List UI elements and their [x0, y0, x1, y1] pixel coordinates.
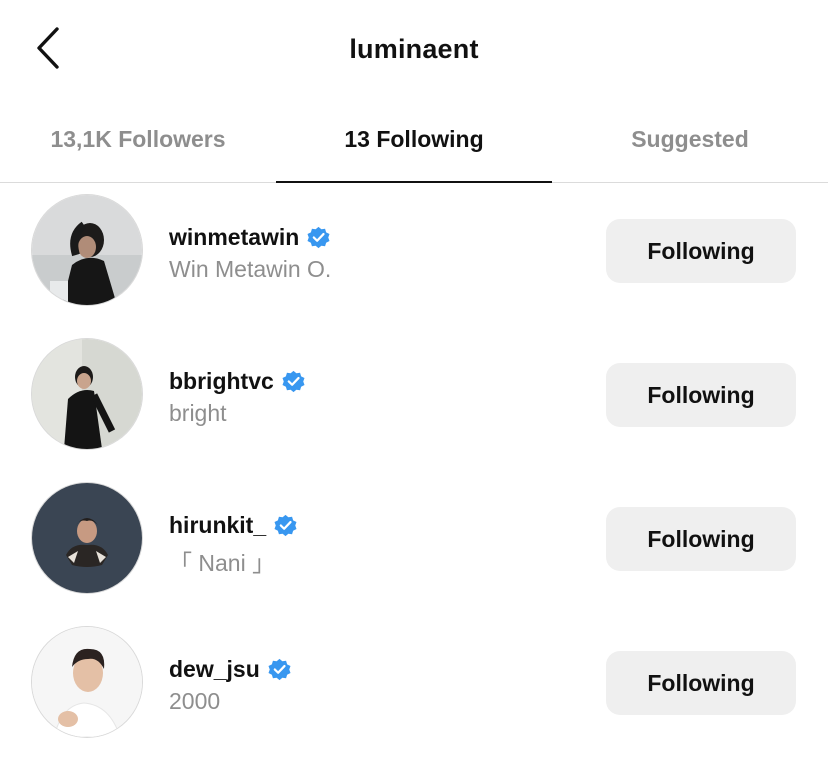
username[interactable]: bbrightvc	[169, 368, 274, 395]
list-item[interactable]: hirunkit_ 「 Nani 」 Following	[0, 470, 828, 614]
following-button[interactable]: Following	[606, 507, 796, 571]
tab-following[interactable]: 13 Following	[276, 100, 552, 183]
following-button[interactable]: Following	[606, 363, 796, 427]
list-item[interactable]: winmetawin Win Metawin O. Following	[0, 182, 828, 326]
verified-badge-icon	[268, 658, 291, 680]
username[interactable]: winmetawin	[169, 224, 299, 251]
verified-badge-icon	[307, 226, 330, 248]
list-item[interactable]: bbrightvc bright Following	[0, 326, 828, 470]
verified-badge-icon	[282, 370, 305, 392]
username[interactable]: hirunkit_	[169, 512, 266, 539]
tab-followers[interactable]: 13,1K Followers	[0, 100, 276, 182]
header: luminaent	[0, 0, 828, 100]
avatar[interactable]	[32, 627, 142, 737]
avatar[interactable]	[32, 339, 142, 449]
tab-suggested[interactable]: Suggested	[552, 100, 828, 182]
verified-badge-icon	[274, 514, 297, 536]
following-list: winmetawin Win Metawin O. Following bbri…	[0, 182, 828, 758]
username[interactable]: dew_jsu	[169, 656, 260, 683]
full-name: 「 Nani 」	[169, 550, 276, 576]
full-name: Win Metawin O.	[169, 256, 332, 282]
page-title: luminaent	[349, 34, 479, 64]
following-button[interactable]: Following	[606, 219, 796, 283]
tab-bar: 13,1K Followers 13 Following Suggested	[0, 100, 828, 183]
account-info: hirunkit_ 「 Nani 」	[169, 510, 298, 578]
following-button[interactable]: Following	[606, 651, 796, 715]
account-info: bbrightvc bright	[169, 366, 306, 427]
avatar[interactable]	[32, 483, 142, 593]
avatar[interactable]	[32, 195, 142, 305]
list-item[interactable]: dew_jsu 2000 Following	[0, 614, 828, 758]
account-info: winmetawin Win Metawin O.	[169, 222, 331, 283]
full-name: 2000	[169, 688, 221, 714]
account-info: dew_jsu 2000	[169, 654, 292, 715]
full-name: bright	[169, 400, 227, 426]
